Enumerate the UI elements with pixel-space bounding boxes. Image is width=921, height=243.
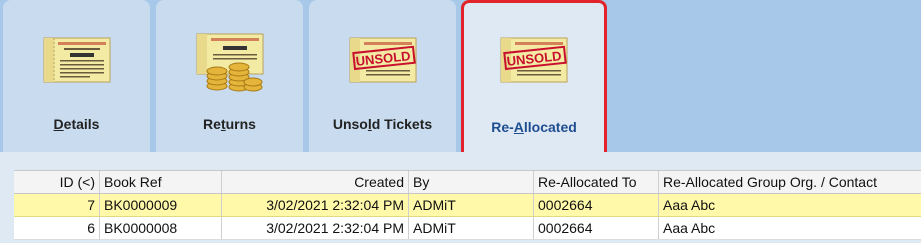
table-header-row: ID (<) Book Ref Created By Re-Allocated … xyxy=(14,170,921,194)
tab-label-unsold: Unsold Tickets xyxy=(332,116,433,132)
table-row[interactable]: 6 BK0000008 3/02/2021 2:32:04 PM ADMiT 0… xyxy=(14,217,921,240)
unsold-ticket-icon: UNSOLD xyxy=(500,37,568,83)
unsold-ticket-icon: UNSOLD xyxy=(349,37,416,83)
tab-label-returns: Returns xyxy=(203,116,256,132)
cell-id: 6 xyxy=(14,217,100,239)
column-header-book-ref[interactable]: Book Ref xyxy=(100,171,222,193)
cell-re-allocated-to: 0002664 xyxy=(534,217,659,239)
tab-unsold-tickets[interactable]: UNSOLD Unsold Tickets xyxy=(309,0,456,152)
raffle-ticket-icon xyxy=(43,37,110,83)
cell-group-contact: Aaa Abc xyxy=(663,197,716,213)
cell-id: 7 xyxy=(14,194,100,216)
tab-bar: Details Returns UNSOLD Unsold Tickets UN… xyxy=(0,0,921,152)
grid-panel: ID (<) Book Ref Created By Re-Allocated … xyxy=(0,152,921,243)
cell-by: ADMiT xyxy=(409,217,534,239)
re-allocated-table: ID (<) Book Ref Created By Re-Allocated … xyxy=(14,170,921,240)
tab-re-allocated[interactable]: UNSOLD Re-Allocated xyxy=(461,0,607,152)
column-header-by[interactable]: By xyxy=(409,171,534,193)
ticket-coins-icon xyxy=(196,33,263,92)
tab-returns[interactable]: Returns xyxy=(156,0,303,152)
tab-details[interactable]: Details xyxy=(3,0,150,152)
cell-book-ref: BK0000008 xyxy=(100,217,222,239)
column-header-re-allocated-to[interactable]: Re-Allocated To xyxy=(534,171,659,193)
table-row[interactable]: 7 BK0000009 3/02/2021 2:32:04 PM ADMiT 0… xyxy=(14,194,921,217)
cell-created: 3/02/2021 2:32:04 PM xyxy=(222,194,409,216)
cell-created: 3/02/2021 2:32:04 PM xyxy=(222,217,409,239)
tab-label-re-allocated: Re-Allocated xyxy=(491,119,577,135)
column-header-group-contact[interactable]: Re-Allocated Group Org. / Contact xyxy=(659,171,921,193)
column-header-created[interactable]: Created xyxy=(222,171,409,193)
cell-group-contact: Aaa Abc xyxy=(663,220,716,236)
tab-label-details: Details xyxy=(53,116,100,132)
column-header-id[interactable]: ID (<) xyxy=(14,171,100,193)
cell-book-ref: BK0000009 xyxy=(100,194,222,216)
cell-re-allocated-to: 0002664 xyxy=(534,194,659,216)
cell-by: ADMiT xyxy=(409,194,534,216)
